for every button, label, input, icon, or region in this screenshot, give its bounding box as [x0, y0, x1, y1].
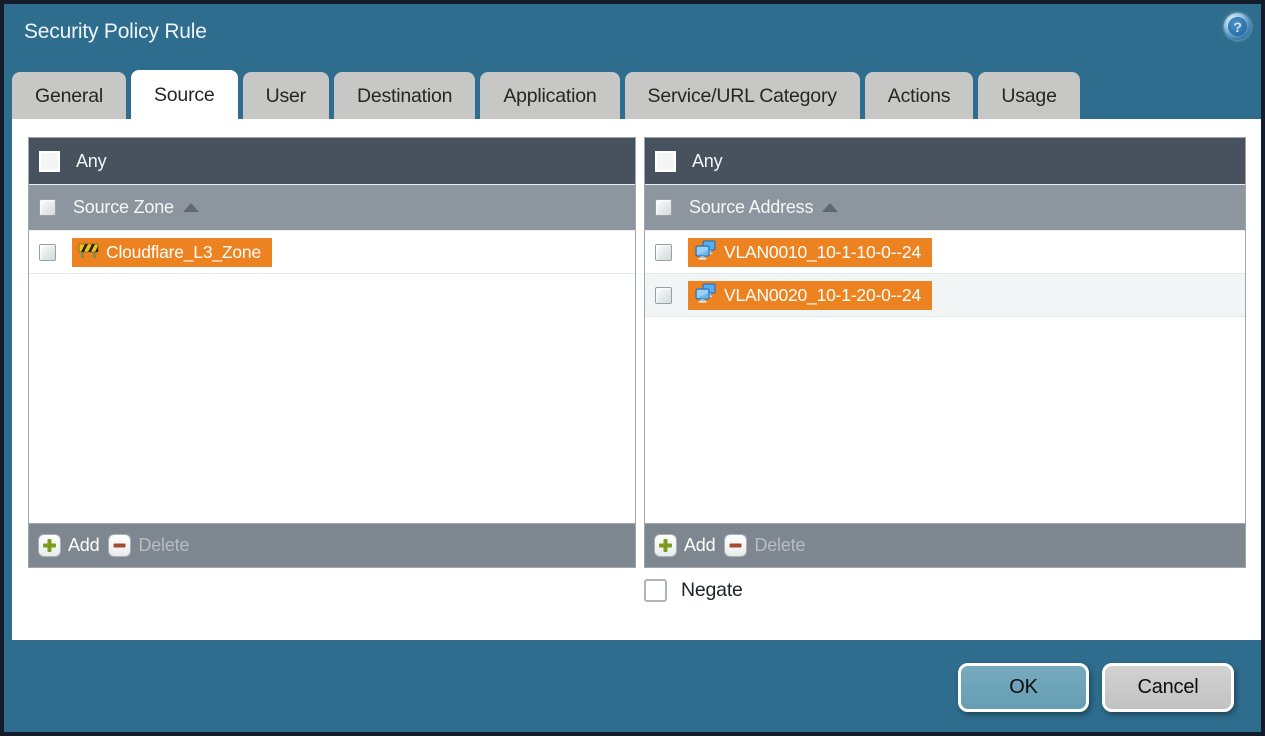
sort-ascending-icon[interactable] — [822, 203, 839, 212]
source-address-any-label: Any — [692, 150, 723, 171]
source-address-footer: Add Delete — [645, 523, 1245, 567]
source-zone-panel: Any Source Zone Cloudflare_L3_Zone Add D… — [28, 137, 636, 568]
address-chip[interactable]: VLAN0010_10-1-10-0--24 — [688, 237, 932, 267]
source-address-select-all-checkbox[interactable] — [655, 199, 672, 216]
add-label: Add — [68, 535, 100, 555]
source-zone-footer: Add Delete — [29, 523, 635, 567]
address-icon — [694, 283, 717, 308]
row-checkbox[interactable] — [655, 286, 672, 304]
tab-user[interactable]: User — [242, 72, 329, 119]
source-address-list: VLAN0010_10-1-10-0--24 VLAN0020_10-1-20-… — [645, 231, 1245, 523]
add-button[interactable]: Add — [38, 534, 100, 557]
row-checkbox[interactable] — [39, 243, 56, 261]
dialog-titlebar: Security Policy Rule ? — [4, 4, 1261, 66]
delete-icon — [724, 534, 748, 557]
delete-label: Delete — [754, 535, 806, 555]
source-tab-content: Any Source Zone Cloudflare_L3_Zone Add D… — [12, 119, 1261, 640]
sort-ascending-icon[interactable] — [182, 203, 199, 212]
table-row[interactable]: Cloudflare_L3_Zone — [29, 231, 635, 274]
zone-chip[interactable]: Cloudflare_L3_Zone — [72, 237, 272, 267]
source-address-any-header: Any — [645, 138, 1245, 185]
zone-name: Cloudflare_L3_Zone — [106, 241, 261, 262]
table-row[interactable]: VLAN0020_10-1-20-0--24 — [645, 274, 1245, 317]
negate-checkbox[interactable] — [644, 579, 667, 602]
address-name: VLAN0010_10-1-10-0--24 — [724, 241, 921, 262]
source-zone-any-label: Any — [76, 150, 107, 171]
source-address-any-checkbox[interactable] — [655, 150, 676, 172]
tab-application[interactable]: Application — [480, 72, 620, 119]
negate-label: Negate — [681, 579, 743, 601]
source-zone-column-header[interactable]: Source Zone — [29, 185, 635, 231]
source-zone-select-all-checkbox[interactable] — [39, 199, 56, 216]
tab-destination[interactable]: Destination — [333, 72, 476, 119]
tab-general[interactable]: General — [12, 72, 126, 119]
negate-option: Negate — [644, 579, 743, 602]
add-icon — [38, 534, 61, 557]
ok-button[interactable]: OK — [958, 663, 1089, 712]
source-zone-column-label: Source Zone — [73, 197, 174, 217]
help-icon[interactable]: ? — [1224, 13, 1251, 40]
address-icon — [694, 240, 717, 265]
source-address-column-label: Source Address — [689, 197, 814, 217]
delete-label: Delete — [138, 535, 190, 555]
address-name: VLAN0020_10-1-20-0--24 — [724, 284, 921, 305]
delete-button[interactable]: Delete — [724, 534, 805, 557]
zone-icon — [78, 241, 99, 264]
add-icon — [654, 534, 677, 557]
source-zone-list: Cloudflare_L3_Zone — [29, 231, 635, 523]
tab-source[interactable]: Source — [130, 70, 238, 119]
tab-bar: General Source User Destination Applicat… — [12, 70, 1253, 119]
delete-icon — [108, 534, 132, 557]
delete-button[interactable]: Delete — [108, 534, 189, 557]
tab-usage[interactable]: Usage — [978, 72, 1080, 119]
add-label: Add — [684, 535, 716, 555]
source-address-column-header[interactable]: Source Address — [645, 185, 1245, 231]
source-address-panel: Any Source Address VLAN0010_10-1-10-0--2… — [644, 137, 1246, 568]
dialog-title: Security Policy Rule — [24, 20, 207, 43]
source-zone-any-header: Any — [29, 138, 635, 185]
row-checkbox[interactable] — [655, 243, 672, 261]
address-chip[interactable]: VLAN0020_10-1-20-0--24 — [688, 280, 932, 310]
source-zone-any-checkbox[interactable] — [39, 150, 60, 172]
table-row[interactable]: VLAN0010_10-1-10-0--24 — [645, 231, 1245, 274]
add-button[interactable]: Add — [654, 534, 716, 557]
cancel-button[interactable]: Cancel — [1102, 663, 1234, 712]
security-policy-rule-dialog: Security Policy Rule ? General Source Us… — [0, 0, 1265, 736]
tab-actions[interactable]: Actions — [864, 72, 974, 119]
tab-service-url-category[interactable]: Service/URL Category — [624, 72, 860, 119]
